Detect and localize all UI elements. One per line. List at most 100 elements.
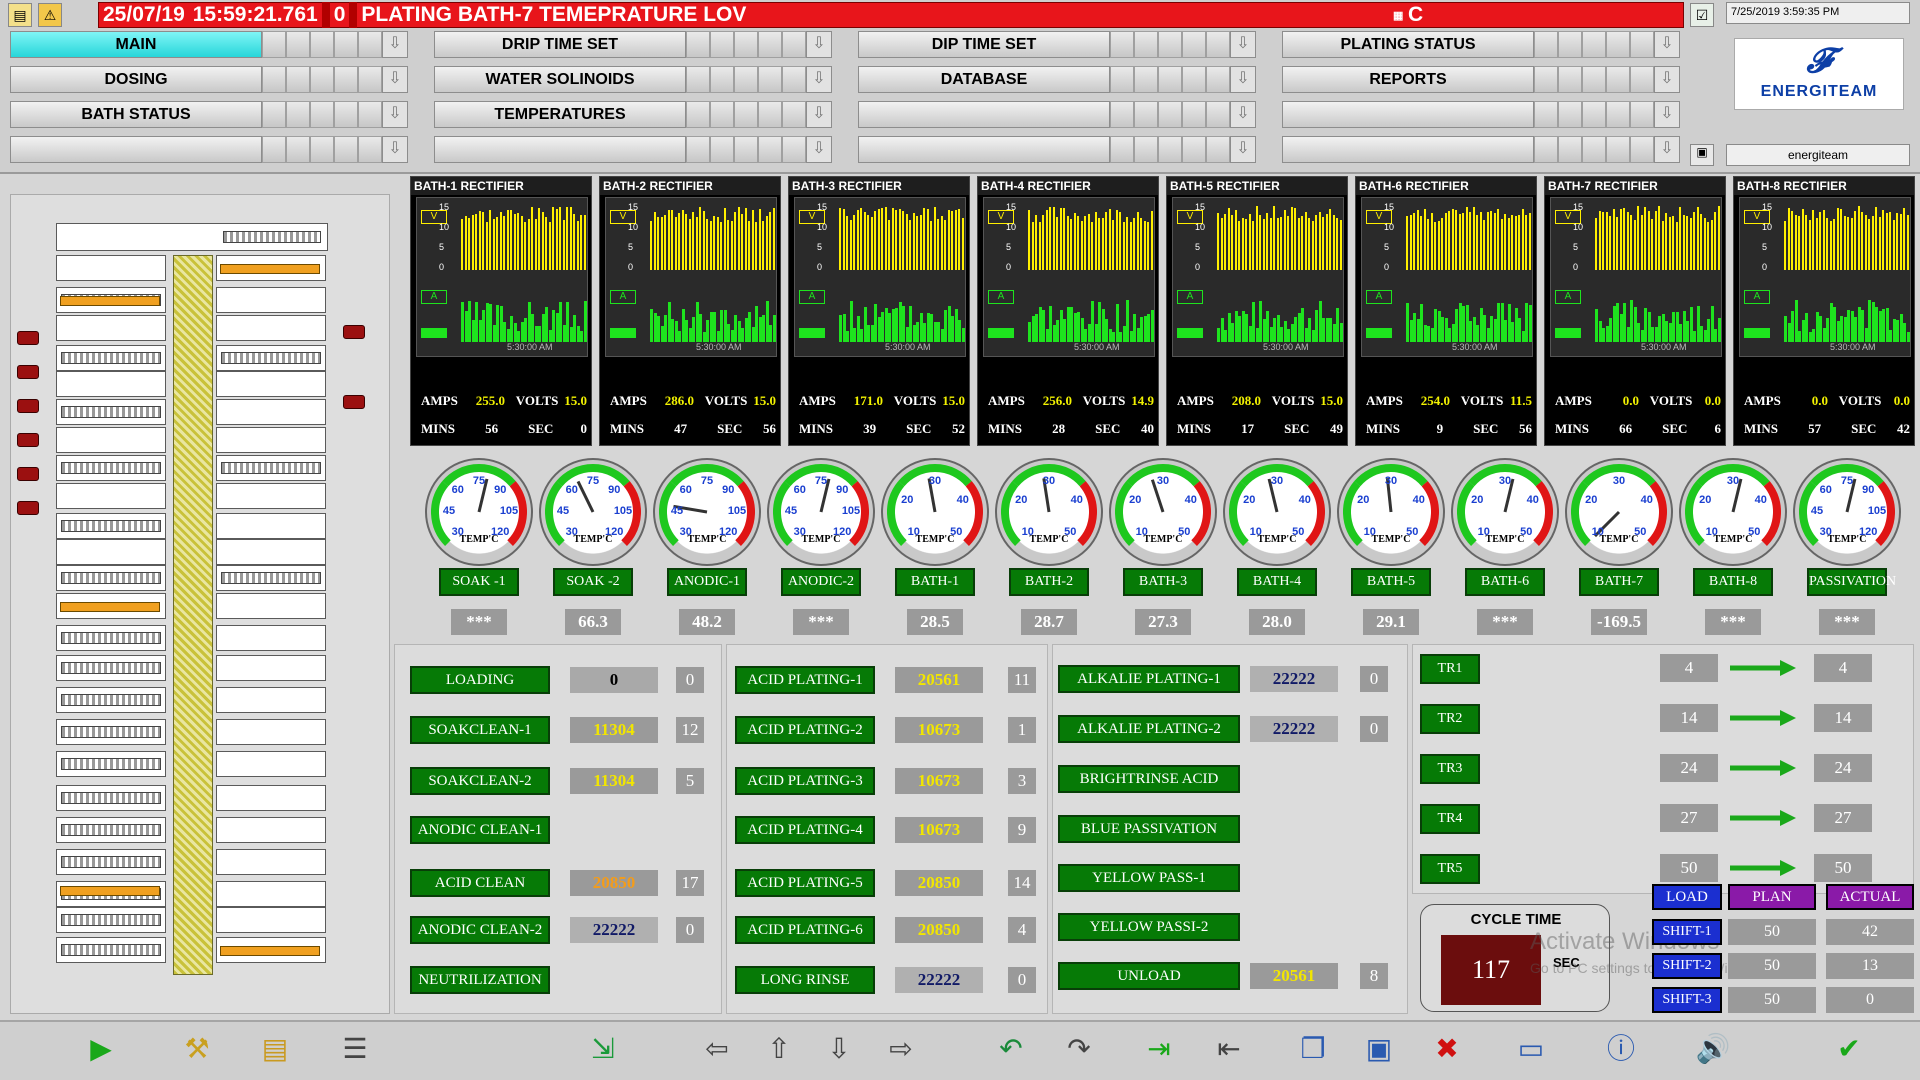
nav-button-empty[interactable] (1282, 136, 1534, 163)
nav-slot[interactable] (334, 31, 358, 58)
save-icon[interactable]: ▣ (1356, 1026, 1402, 1072)
nav-slot[interactable] (1534, 136, 1558, 163)
shift-header-plan[interactable]: PLAN (1728, 884, 1816, 910)
nav-arrow-down-icon[interactable]: ⇩ (806, 66, 832, 93)
nav-slot[interactable] (262, 31, 286, 58)
nav-slot[interactable] (1158, 66, 1182, 93)
enter-icon[interactable]: ⇥ (1136, 1026, 1182, 1072)
acknowledge-icon[interactable]: ☑ (1690, 3, 1714, 27)
nav-slot[interactable] (1582, 101, 1606, 128)
gauge-button-bath-8[interactable]: BATH-8 (1693, 568, 1773, 596)
gauge-button-bath-3[interactable]: BATH-3 (1123, 568, 1203, 596)
process-button-acid-plating-2[interactable]: ACID PLATING-2 (735, 716, 875, 744)
process-button-alkalie-plating-2[interactable]: ALKALIE PLATING-2 (1058, 715, 1240, 743)
nav-slot[interactable] (1110, 66, 1134, 93)
nav-slot[interactable] (1206, 101, 1230, 128)
nav-slot[interactable] (310, 101, 334, 128)
nav-slot[interactable] (1534, 66, 1558, 93)
nav-slot[interactable] (1534, 101, 1558, 128)
nav-button-empty[interactable] (434, 136, 686, 163)
nav-slot[interactable] (1182, 31, 1206, 58)
gauge-button-bath-1[interactable]: BATH-1 (895, 568, 975, 596)
nav-button-plating-status[interactable]: PLATING STATUS (1282, 31, 1534, 58)
copy-files-icon[interactable]: ❐ (1290, 1026, 1336, 1072)
nav-slot[interactable] (334, 101, 358, 128)
nav-slot[interactable] (1630, 101, 1654, 128)
nav-slot[interactable] (1134, 66, 1158, 93)
process-button-brightrinse-acid[interactable]: BRIGHTRINSE ACID (1058, 765, 1240, 793)
nav-slot[interactable] (710, 136, 734, 163)
nav-slot[interactable] (358, 66, 382, 93)
nav-slot[interactable] (1630, 31, 1654, 58)
nav-slot[interactable] (1582, 136, 1606, 163)
nav-slot[interactable] (262, 136, 286, 163)
nav-slot[interactable] (1558, 66, 1582, 93)
nav-slot[interactable] (1158, 31, 1182, 58)
shift-header-actual[interactable]: ACTUAL (1826, 884, 1914, 910)
nav-slot[interactable] (1606, 136, 1630, 163)
confirm-icon[interactable]: ✔ (1826, 1026, 1872, 1072)
nav-arrow-down-icon[interactable]: ⇩ (806, 136, 832, 163)
gauge-button-bath-6[interactable]: BATH-6 (1465, 568, 1545, 596)
process-button-acid-clean[interactable]: ACID CLEAN (410, 869, 550, 897)
nav-slot[interactable] (262, 66, 286, 93)
nav-slot[interactable] (1606, 66, 1630, 93)
nav-slot[interactable] (782, 136, 806, 163)
nav-arrow-down-icon[interactable]: ⇩ (806, 31, 832, 58)
nav-slot[interactable] (286, 136, 310, 163)
nav-slot[interactable] (734, 136, 758, 163)
alarm-banner[interactable]: 25/07/19 15:59:21.761 0 PLATING BATH-7 T… (98, 2, 1684, 28)
nav-button-drip-time-set[interactable]: DRIP TIME SET (434, 31, 686, 58)
nav-arrow-down-icon[interactable]: ⇩ (806, 101, 832, 128)
nav-slot[interactable] (1558, 31, 1582, 58)
nav-slot[interactable] (686, 66, 710, 93)
nav-arrow-down-icon[interactable]: ⇩ (382, 136, 408, 163)
alarm-warning-icon[interactable]: ⚠ (38, 3, 62, 27)
nav-slot[interactable] (1158, 101, 1182, 128)
process-button-soakclean-1[interactable]: SOAKCLEAN-1 (410, 716, 550, 744)
gauge-button-soak-2[interactable]: SOAK -2 (553, 568, 633, 596)
transfer-button-tr4[interactable]: TR4 (1420, 804, 1480, 834)
process-button-acid-plating-3[interactable]: ACID PLATING-3 (735, 767, 875, 795)
nav-slot[interactable] (734, 66, 758, 93)
nav-slot[interactable] (358, 31, 382, 58)
nav-slot[interactable] (286, 66, 310, 93)
transfer-button-tr1[interactable]: TR1 (1420, 654, 1480, 684)
nav-arrow-down-icon[interactable]: ⇩ (382, 31, 408, 58)
nav-slot[interactable] (758, 136, 782, 163)
process-button-long-rinse[interactable]: LONG RINSE (735, 966, 875, 994)
nav-slot[interactable] (1182, 66, 1206, 93)
nav-slot[interactable] (1206, 31, 1230, 58)
nav-slot[interactable] (310, 31, 334, 58)
gauge-button-bath-2[interactable]: BATH-2 (1009, 568, 1089, 596)
nav-arrow-down-icon[interactable]: ⇩ (1230, 136, 1256, 163)
nav-slot[interactable] (710, 31, 734, 58)
nav-arrow-down-icon[interactable]: ⇩ (1654, 66, 1680, 93)
nav-button-empty[interactable] (1282, 101, 1534, 128)
process-button-alkalie-plating-1[interactable]: ALKALIE PLATING-1 (1058, 665, 1240, 693)
import-icon[interactable]: ⇲ (580, 1026, 626, 1072)
nav-slot[interactable] (1158, 136, 1182, 163)
nav-slot[interactable] (262, 101, 286, 128)
gauge-button-bath-7[interactable]: BATH-7 (1579, 568, 1659, 596)
nav-slot[interactable] (310, 136, 334, 163)
nav-slot[interactable] (286, 101, 310, 128)
shift-button-1[interactable]: SHIFT-1 (1652, 919, 1722, 945)
nav-slot[interactable] (1606, 101, 1630, 128)
process-button-yellow-pass-1[interactable]: YELLOW PASS-1 (1058, 864, 1240, 892)
nav-button-empty[interactable] (10, 136, 262, 163)
nav-slot[interactable] (686, 31, 710, 58)
nav-slot[interactable] (1206, 66, 1230, 93)
nav-arrow-down-icon[interactable]: ⇩ (1230, 31, 1256, 58)
process-button-acid-plating-6[interactable]: ACID PLATING-6 (735, 916, 875, 944)
nav-slot[interactable] (758, 31, 782, 58)
nav-slot[interactable] (758, 66, 782, 93)
process-button-acid-plating-5[interactable]: ACID PLATING-5 (735, 869, 875, 897)
process-button-anodic-clean-1[interactable]: ANODIC CLEAN-1 (410, 816, 550, 844)
process-button-loading[interactable]: LOADING (410, 666, 550, 694)
shift-button-3[interactable]: SHIFT-3 (1652, 987, 1722, 1013)
nav-button-empty[interactable] (858, 136, 1110, 163)
nav-slot[interactable] (1534, 31, 1558, 58)
nav-slot[interactable] (1182, 136, 1206, 163)
nav-slot[interactable] (1582, 66, 1606, 93)
